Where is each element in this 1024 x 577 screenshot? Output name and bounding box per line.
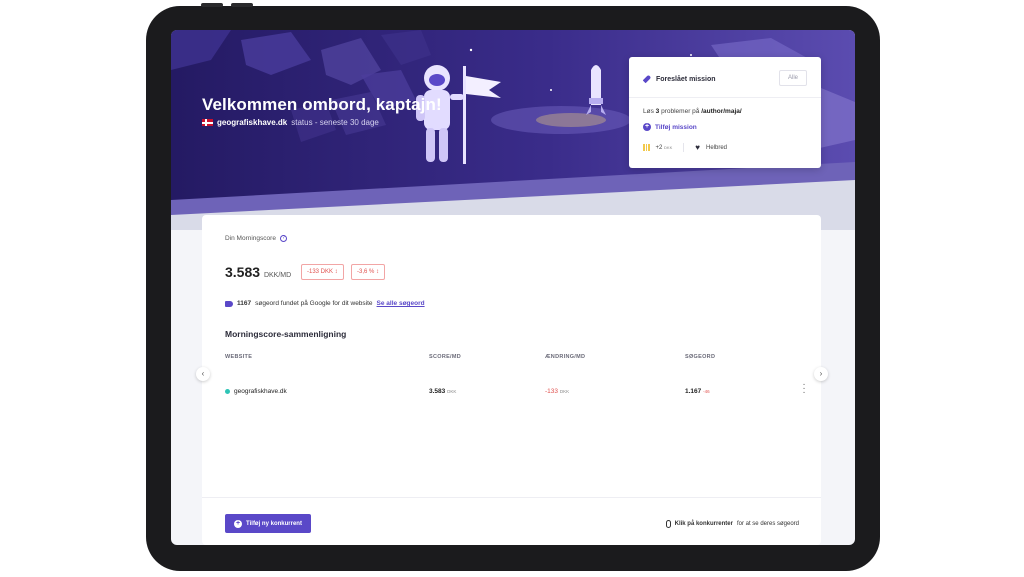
row-website[interactable]: geografiskhave.dk	[225, 388, 287, 395]
plus-icon: +	[643, 123, 651, 131]
change-percent-badge: -3,6 % ↕	[351, 264, 386, 280]
welcome-title: Velkommen ombord, kaptajn!	[202, 95, 442, 114]
mission-header: Foreslået mission	[643, 75, 716, 83]
see-all-keywords-link[interactable]: Se alle søgeord	[377, 300, 425, 307]
tag-icon	[225, 300, 233, 307]
site-color-dot	[225, 388, 230, 394]
volume-button	[231, 3, 253, 7]
column-header-score: SCORE/MD	[429, 354, 462, 360]
info-icon[interactable]: ?	[279, 235, 287, 242]
mission-description: Løs 3 problemer på /author/maja/	[643, 108, 742, 115]
row-change: -133 DKK	[545, 388, 570, 395]
app-screen: Velkommen ombord, kaptajn! geografiskhav…	[171, 30, 855, 545]
volume-button	[201, 3, 223, 7]
site-status: geografiskhave.dk status - seneste 30 da…	[202, 118, 379, 127]
suggested-mission-card: Foreslået mission Alle Løs 3 problemer p…	[629, 57, 821, 168]
coins-icon	[643, 144, 650, 151]
comparison-title: Morningscore-sammenligning	[225, 329, 347, 339]
column-header-website: WEBSITE	[225, 354, 253, 360]
competitor-hint: Klik på konkurrenter for at se deres søg…	[665, 520, 799, 528]
all-missions-button[interactable]: Alle	[779, 70, 807, 86]
status-period: status - seneste 30 dage	[291, 118, 379, 127]
hero-banner: Velkommen ombord, kaptajn! geografiskhav…	[171, 30, 855, 230]
heart-icon: ♥	[695, 143, 700, 152]
keywords-summary: 1167 søgeord fundet på Google for dit we…	[225, 300, 425, 307]
add-competitor-button[interactable]: + Tilføj ny konkurrent	[225, 514, 311, 533]
column-header-keywords: SØGEORD	[685, 354, 716, 360]
health-label: Helbred	[706, 144, 728, 151]
morningscore-card: Din Morningscore ? 3.583 DKK/MD -133 DKK…	[202, 215, 821, 545]
mouse-icon	[665, 520, 671, 528]
row-menu-icon[interactable]: · · ·	[801, 380, 807, 398]
mission-rewards: +2 DKK ♥ Helbred	[643, 143, 727, 152]
danish-flag-icon	[202, 119, 213, 126]
plus-icon: +	[234, 519, 243, 528]
add-mission-button[interactable]: + Tilføj mission	[643, 123, 697, 131]
site-name: geografiskhave.dk	[217, 118, 288, 127]
divider	[683, 143, 685, 152]
score-label: Din Morningscore ?	[225, 235, 287, 242]
rocket-icon	[643, 75, 651, 83]
column-header-change: ÆNDRING/MD	[545, 354, 586, 360]
row-keywords: 1.167 -46	[685, 388, 710, 395]
divider	[202, 497, 821, 498]
prev-arrow-icon[interactable]: ‹	[196, 367, 210, 381]
next-arrow-icon[interactable]: ›	[814, 367, 828, 381]
reward-value: +2 DKK	[655, 144, 673, 151]
score-value: 3.583 DKK/MD	[225, 264, 292, 280]
row-score: 3.583 DKK	[429, 388, 457, 395]
change-absolute-badge: -133 DKK ↕	[301, 264, 344, 280]
divider	[629, 97, 821, 98]
mission-title: Foreslået mission	[656, 75, 716, 83]
